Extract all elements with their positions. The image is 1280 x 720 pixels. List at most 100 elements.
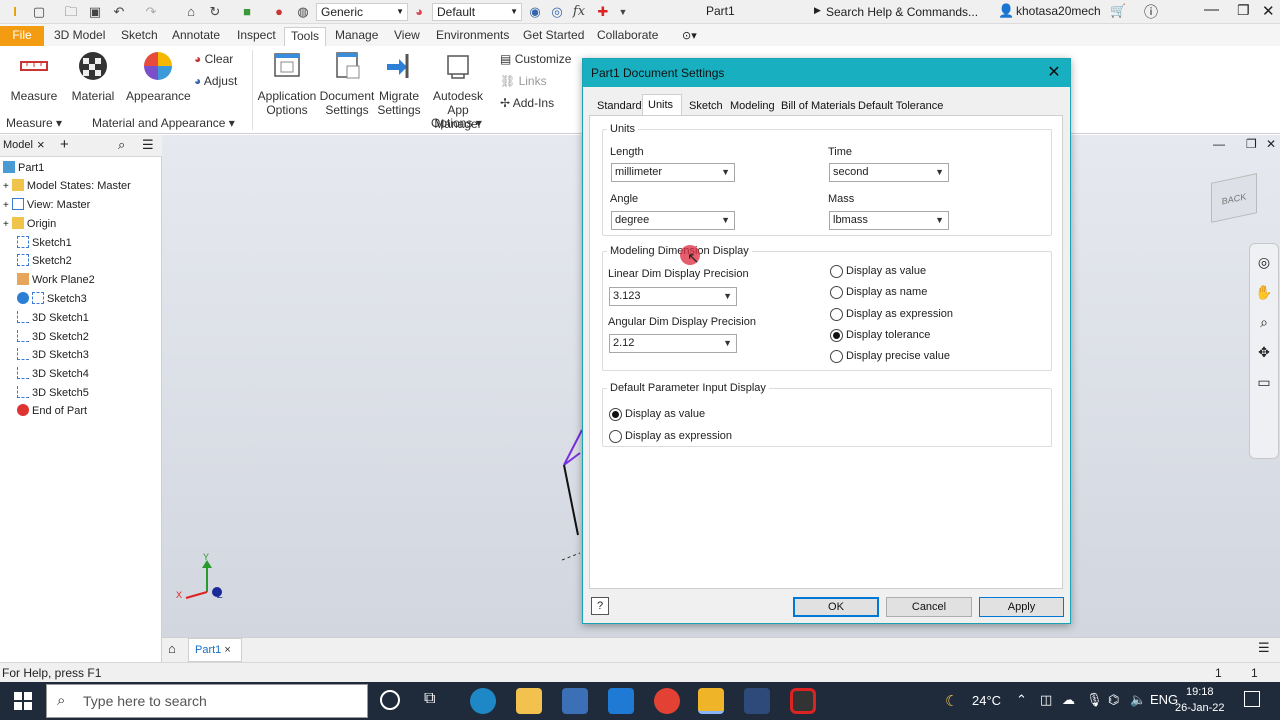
radio-display-tolerance[interactable]: Display tolerance xyxy=(830,328,930,342)
doc-tab-part1[interactable]: Part1 × xyxy=(188,638,242,662)
canvas-restore-icon[interactable]: ❐ xyxy=(1246,137,1257,151)
group-measure[interactable]: Measure ▾ xyxy=(6,116,62,130)
new-file-icon[interactable]: ▢ xyxy=(30,3,48,21)
tree-item-3dsketch5[interactable]: 3D Sketch5 xyxy=(17,384,89,403)
tree-item-3dsketch1[interactable]: 3D Sketch1 xyxy=(17,309,89,328)
edge-icon[interactable] xyxy=(470,688,496,714)
linear-precision-select[interactable]: 3.123 ▼ xyxy=(609,287,737,306)
inventor-alt-icon[interactable] xyxy=(744,688,770,714)
restore-icon[interactable]: ❐ xyxy=(1237,2,1250,19)
tree-item-origin[interactable]: + Origin xyxy=(3,215,56,234)
more-icon[interactable]: ▼ xyxy=(614,3,632,21)
appearance-ball-icon[interactable]: ◍ xyxy=(294,3,312,21)
close-icon[interactable]: ✕ xyxy=(1262,2,1275,20)
help-search-input[interactable]: Search Help & Commands... xyxy=(826,3,992,21)
tray-expand-icon[interactable]: ⌃ xyxy=(1016,692,1027,708)
dialog-help-icon[interactable]: ? xyxy=(591,597,609,615)
cloud-icon[interactable]: ☁ xyxy=(1062,692,1075,708)
material-select[interactable]: Generic ▼ xyxy=(316,3,408,21)
recorder-icon[interactable] xyxy=(790,688,816,714)
color-wheel-icon[interactable]: ◕ xyxy=(410,3,428,21)
close-browser-icon[interactable]: × xyxy=(37,137,45,152)
tab-bill-of-materials[interactable]: Bill of Materials xyxy=(775,97,862,115)
radio-display-precise[interactable]: Display precise value xyxy=(830,349,950,363)
expand-icon[interactable]: + xyxy=(3,219,9,230)
ok-button[interactable]: OK xyxy=(793,597,879,617)
open-folder-icon[interactable]: 🗀 xyxy=(62,3,80,21)
links-button[interactable]: ⛓ Links xyxy=(500,72,547,90)
add-icon[interactable]: ✚ xyxy=(594,3,612,21)
ribbon-toggle-icon[interactable]: ⊙▾ xyxy=(682,29,697,42)
volume-icon[interactable]: 🔈 xyxy=(1130,692,1146,708)
clock-time[interactable]: 19:18 xyxy=(1186,686,1214,698)
add-browser-icon[interactable]: + xyxy=(60,136,69,153)
radio-param-value[interactable]: Display as value xyxy=(609,407,705,421)
tree-item-end-of-part[interactable]: End of Part xyxy=(17,402,87,421)
document-settings-button[interactable]: Document Settings xyxy=(318,50,376,117)
radio-display-expression[interactable]: Display as expression xyxy=(830,307,953,321)
canvas-close-icon[interactable]: ✕ xyxy=(1266,137,1276,151)
angular-precision-select[interactable]: 2.12 ▼ xyxy=(609,334,737,353)
customize-button[interactable]: ▤ Customize xyxy=(500,50,571,68)
zoom-icon[interactable]: ⌕ xyxy=(1250,314,1278,344)
group-options[interactable]: Options ▾ xyxy=(431,116,482,130)
update-icon[interactable]: ↻ xyxy=(206,3,224,21)
adjust-icon[interactable]: ◉ xyxy=(526,3,544,21)
migrate-settings-button[interactable]: Migrate Settings xyxy=(376,50,422,117)
clear-icon[interactable]: ◎ xyxy=(548,3,566,21)
adjust-button[interactable]: ◕ Adjust xyxy=(194,72,237,90)
tree-item-3dsketch3[interactable]: 3D Sketch3 xyxy=(17,346,89,365)
tab-sketch-settings[interactable]: Sketch xyxy=(683,97,729,115)
tab-menu-icon[interactable]: ☰ xyxy=(1258,640,1270,656)
length-select[interactable]: millimeter ▼ xyxy=(611,163,735,182)
look-at-icon[interactable]: ▭ xyxy=(1250,374,1278,404)
cancel-button[interactable]: Cancel xyxy=(886,597,972,617)
notifications-icon[interactable] xyxy=(1244,691,1260,707)
file-explorer-icon[interactable] xyxy=(516,688,542,714)
temperature[interactable]: 24°C xyxy=(972,693,1001,708)
minimize-icon[interactable]: — xyxy=(1204,1,1219,18)
tab-annotate[interactable]: Annotate xyxy=(166,27,226,46)
cart-icon[interactable]: 🛒 xyxy=(1110,3,1126,19)
weather-icon[interactable]: ☾ xyxy=(945,692,958,710)
tree-item-sketch1[interactable]: Sketch1 xyxy=(17,234,72,253)
clear-button[interactable]: ◕ Clear xyxy=(194,50,233,68)
tab-sketch[interactable]: Sketch xyxy=(115,27,164,46)
tab-units[interactable]: Units xyxy=(642,94,682,116)
clock-date[interactable]: 26-Jan-22 xyxy=(1175,702,1225,714)
tree-item-3dsketch2[interactable]: 3D Sketch2 xyxy=(17,328,89,347)
user-name[interactable]: khotasa20mech xyxy=(1016,4,1101,18)
add-ins-button[interactable]: ✢ Add-Ins xyxy=(500,94,554,112)
apply-button[interactable]: Apply xyxy=(979,597,1064,617)
taskbar-search[interactable]: ⌕ Type here to search xyxy=(46,684,368,718)
time-select[interactable]: second ▼ xyxy=(829,163,949,182)
group-material-appearance[interactable]: Material and Appearance ▾ xyxy=(92,116,235,130)
radio-display-value[interactable]: Display as value xyxy=(830,264,926,278)
tree-item-workplane2[interactable]: Work Plane2 xyxy=(17,271,95,290)
angle-select[interactable]: degree ▼ xyxy=(611,211,735,230)
dialog-title[interactable]: Part1 Document Settings xyxy=(583,59,1070,87)
mail-icon[interactable] xyxy=(608,688,634,714)
orbit-icon[interactable]: ✥ xyxy=(1250,344,1278,374)
expand-icon[interactable]: + xyxy=(3,181,9,192)
dialog-close-icon[interactable]: ✕ xyxy=(1044,59,1064,87)
select-icon[interactable]: ■ xyxy=(238,3,256,21)
browser-tab-model[interactable]: Model xyxy=(3,139,33,151)
home-tab-icon[interactable]: ⌂ xyxy=(168,641,176,656)
search-icon[interactable]: ⌕ xyxy=(118,137,125,153)
tab-3d-model[interactable]: 3D Model xyxy=(48,27,111,46)
appearance-button[interactable]: Appearance xyxy=(126,50,191,103)
cortana-icon[interactable] xyxy=(380,690,400,710)
chrome-icon[interactable] xyxy=(654,688,680,714)
canvas-minimize-icon[interactable]: — xyxy=(1213,137,1225,151)
tab-standard[interactable]: Standard xyxy=(591,97,648,115)
undo-icon[interactable]: ↶ xyxy=(110,3,128,21)
task-view-icon[interactable]: ⧉ xyxy=(424,690,435,708)
menu-icon[interactable]: ☰ xyxy=(142,137,154,153)
measure-button[interactable]: Measure xyxy=(8,50,60,103)
tab-tools[interactable]: Tools xyxy=(284,27,327,46)
tray-app-icon[interactable]: ◫ xyxy=(1040,692,1052,708)
tree-item-sketch3[interactable]: Sketch3 xyxy=(17,290,87,309)
radio-display-name[interactable]: Display as name xyxy=(830,285,927,299)
tree-item-sketch2[interactable]: Sketch2 xyxy=(17,252,72,271)
